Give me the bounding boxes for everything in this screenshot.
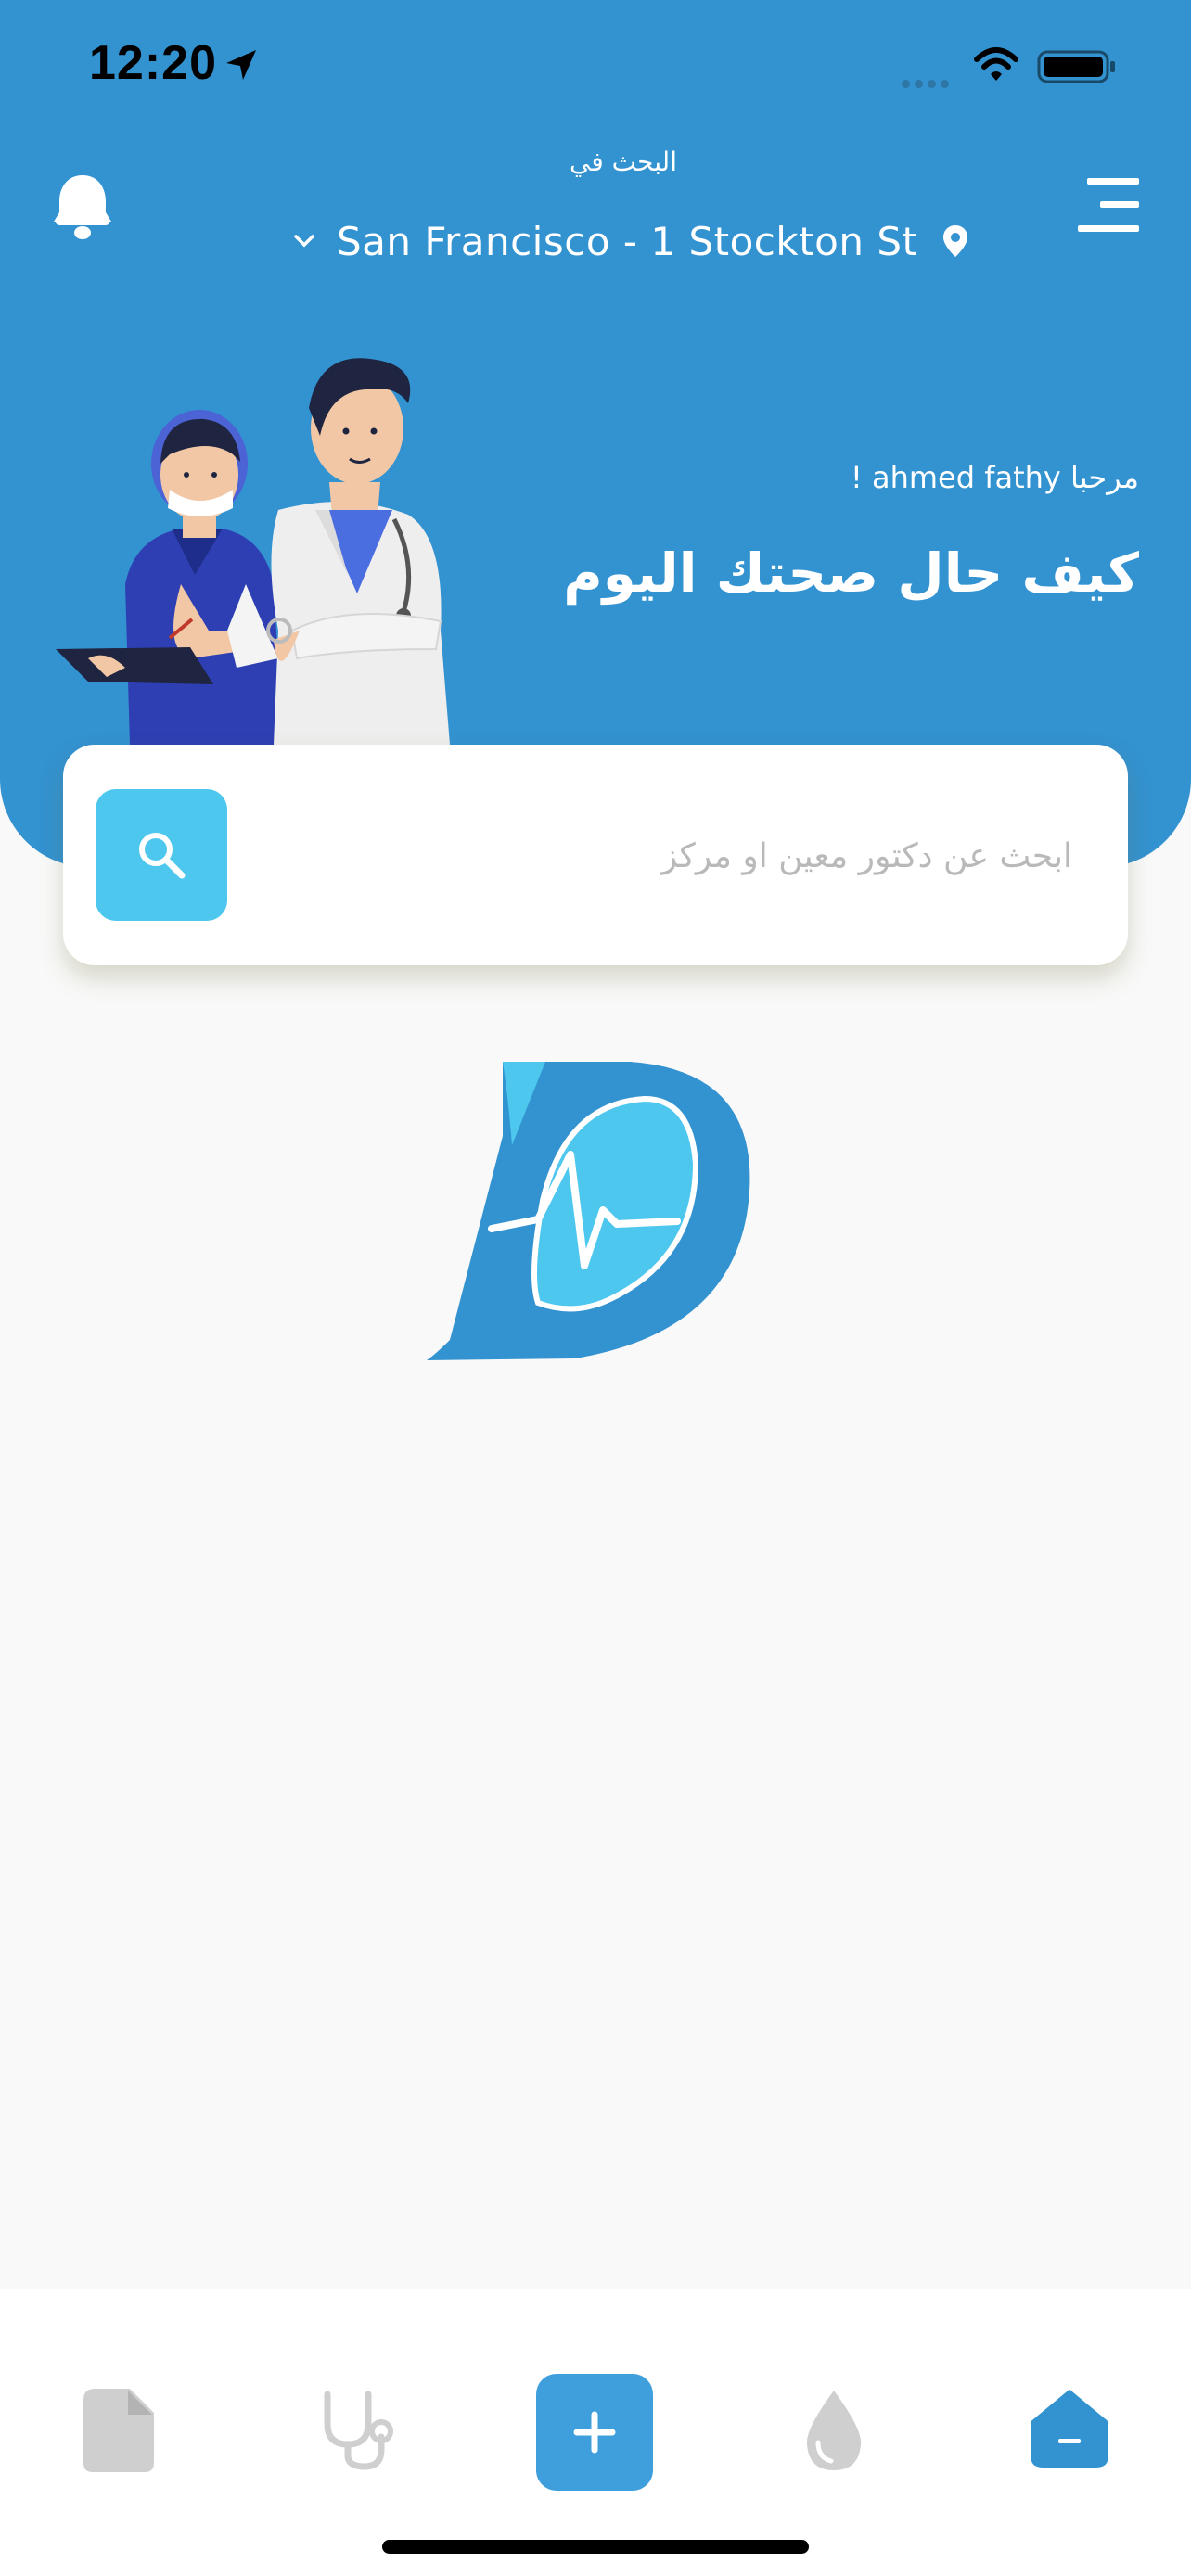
search-card: ابحث عن دكتور معين او مركز [63,745,1128,965]
doctor-nurse-illustration [56,358,450,745]
search-input[interactable]: ابحث عن دكتور معين او مركز [661,837,1072,875]
location-arrow-icon [226,50,256,80]
status-time: 12:20 [89,36,217,90]
map-pin-icon [943,225,968,257]
add-icon [573,2411,616,2454]
greeting-text: مرحبا ahmed fathy ! [850,460,1139,495]
health-question-title: كيف حال صحتك اليوم [563,542,1139,605]
signal-icon [902,74,954,92]
location-text: San Francisco - 1 Stockton St [337,218,918,264]
search-icon [139,833,186,879]
search-button[interactable] [96,789,227,921]
home-icon[interactable] [1030,2389,1109,2468]
menu-icon[interactable] [1076,176,1141,234]
blood-drop-icon[interactable] [805,2389,863,2472]
bottom-tab-bar [0,2289,1191,2576]
file-icon[interactable] [83,2389,154,2472]
wifi-icon [974,47,1018,81]
battery-icon [1037,50,1115,83]
location-selector[interactable]: San Francisco - 1 Stockton St [292,213,969,269]
search-in-label: البحث في [570,147,677,177]
notification-bell-icon[interactable] [52,172,113,242]
chevron-down-icon [294,235,314,248]
app-logo-icon [427,1062,750,1360]
home-indicator [382,2540,809,2554]
stethoscope-icon[interactable] [320,2389,394,2472]
add-button[interactable] [536,2374,653,2491]
